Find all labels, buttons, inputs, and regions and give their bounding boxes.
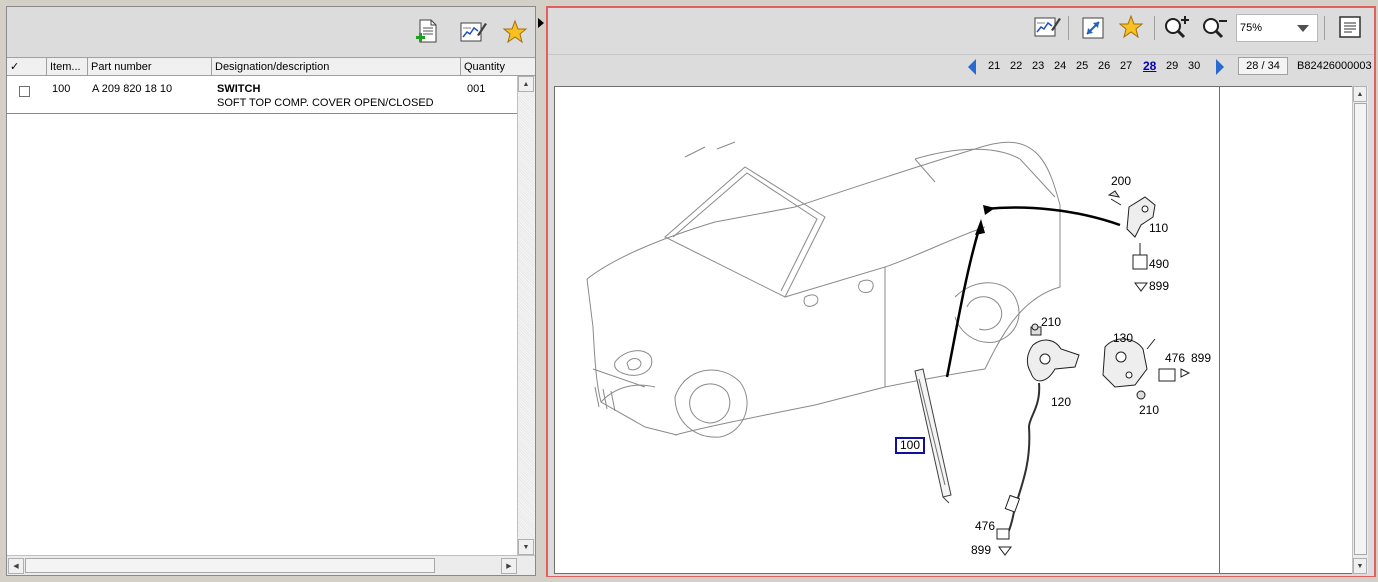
parts-list-panel: ✓ Item... Part number Designation/descri…: [6, 6, 536, 576]
next-page-icon[interactable]: [1214, 58, 1226, 76]
page-link-21[interactable]: 21: [988, 60, 1000, 72]
resize-icon: [1082, 17, 1104, 39]
page-link-24[interactable]: 24: [1054, 60, 1066, 72]
collapse-arrow-icon[interactable]: [537, 14, 545, 38]
callout-120[interactable]: 120: [1051, 395, 1071, 409]
page-link-30[interactable]: 30: [1188, 60, 1200, 72]
page-icon: [1339, 16, 1361, 38]
favorite-star-icon: [502, 19, 528, 44]
parts-table-header: ✓ Item... Part number Designation/descri…: [7, 57, 535, 76]
scroll-up-button[interactable]: ▲: [518, 76, 534, 92]
col-quantity[interactable]: Quantity: [461, 58, 535, 75]
callout-100-highlighted[interactable]: 100: [895, 437, 926, 454]
col-designation[interactable]: Designation/description: [212, 58, 461, 75]
scroll-up-button[interactable]: ▲: [1353, 86, 1367, 102]
callout-210[interactable]: 210: [1139, 403, 1159, 417]
zoom-select[interactable]: 75%: [1236, 14, 1318, 42]
page-count: 28 / 34: [1238, 57, 1288, 75]
parts-vertical-scrollbar[interactable]: ▲ ▼: [517, 76, 535, 555]
description: SOFT TOP COMP. COVER OPEN/CLOSED: [217, 97, 434, 109]
table-row[interactable]: 100 A 209 820 18 10 SWITCH SOFT TOP COMP…: [7, 76, 517, 114]
page-link-22[interactable]: 22: [1010, 60, 1022, 72]
page-navigation: 21 22 23 24 25 26 27 28 29 30 28 / 34 B8…: [548, 54, 1374, 78]
callout-899[interactable]: 899: [1149, 279, 1169, 293]
page-link-29[interactable]: 29: [1166, 60, 1178, 72]
col-item[interactable]: Item...: [47, 58, 88, 75]
page-link-25[interactable]: 25: [1076, 60, 1088, 72]
quantity: 001: [467, 83, 486, 95]
zoom-in-icon: [1165, 16, 1189, 39]
diagram-toolbar: 75%: [548, 8, 1374, 48]
parts-horizontal-scrollbar[interactable]: ◀ ▶: [7, 555, 535, 575]
add-to-list-button[interactable]: [412, 17, 442, 47]
page-link-27[interactable]: 27: [1120, 60, 1132, 72]
part-number: A 209 820 18 10: [92, 83, 173, 95]
diagram-margin: [1220, 86, 1352, 574]
page-view-button[interactable]: [1335, 12, 1365, 42]
callout-476[interactable]: 476: [975, 519, 995, 533]
diagram-panel: 75% 21 22 23 24 25 26 27 28 29 30 28 / 3…: [546, 6, 1376, 578]
callout-899[interactable]: 899: [1191, 351, 1211, 365]
callout-110[interactable]: 110: [1149, 221, 1168, 235]
parts-toolbar: [7, 7, 535, 57]
favorites-button[interactable]: [500, 17, 530, 47]
edit-chart-icon: [460, 22, 487, 42]
callout-899[interactable]: 899: [971, 543, 991, 557]
chevron-down-icon[interactable]: [1297, 25, 1309, 32]
horizontal-scroll-thumb[interactable]: [25, 558, 435, 573]
fit-view-button[interactable]: [1078, 13, 1108, 43]
zoom-out-button[interactable]: [1200, 12, 1230, 42]
status-strip: [0, 577, 1378, 582]
page-link-26[interactable]: 26: [1098, 60, 1110, 72]
callout-210[interactable]: 210: [1041, 315, 1061, 329]
callout-490[interactable]: 490: [1149, 257, 1169, 271]
favorite-star-icon: [1118, 14, 1144, 39]
parts-table-body: 100 A 209 820 18 10 SWITCH SOFT TOP COMP…: [7, 76, 517, 555]
parts-diagram[interactable]: 200 110 490 899 210 130 476 899 120 210 …: [554, 86, 1220, 574]
document-id: B82426000003: [1297, 60, 1372, 72]
page-link-current[interactable]: 28: [1143, 59, 1156, 73]
designation: SWITCH: [217, 83, 261, 95]
scroll-down-button[interactable]: ▼: [1353, 558, 1367, 574]
scroll-down-button[interactable]: ▼: [518, 539, 534, 555]
scroll-left-button[interactable]: ◀: [8, 558, 24, 574]
previous-page-icon[interactable]: [966, 58, 978, 76]
page-link-23[interactable]: 23: [1032, 60, 1044, 72]
callout-476[interactable]: 476: [1165, 351, 1185, 365]
panel-splitter[interactable]: [537, 6, 545, 576]
item-number: 100: [52, 83, 71, 95]
diagram-vertical-scrollbar[interactable]: ▲ ▼: [1352, 86, 1368, 574]
scroll-right-button[interactable]: ▶: [501, 558, 517, 574]
row-checkbox[interactable]: [19, 86, 30, 97]
zoom-value: 75%: [1240, 22, 1263, 34]
col-select[interactable]: ✓: [7, 58, 47, 75]
toolbar-separator: [1068, 16, 1069, 40]
vertical-scroll-thumb[interactable]: [1354, 103, 1367, 555]
callout-130[interactable]: 130: [1113, 331, 1133, 345]
callout-200[interactable]: 200: [1111, 174, 1131, 188]
diagram-notes-button[interactable]: [1032, 12, 1062, 42]
diagram-favorites-button[interactable]: [1116, 12, 1146, 42]
col-part-number[interactable]: Part number: [88, 58, 212, 75]
zoom-in-button[interactable]: [1162, 12, 1192, 42]
toolbar-separator: [1154, 16, 1155, 40]
toolbar-separator: [1324, 16, 1325, 40]
zoom-out-icon: [1203, 18, 1227, 39]
notes-button[interactable]: [458, 17, 488, 47]
edit-chart-icon: [1034, 17, 1061, 37]
add-document-icon: [416, 19, 437, 43]
